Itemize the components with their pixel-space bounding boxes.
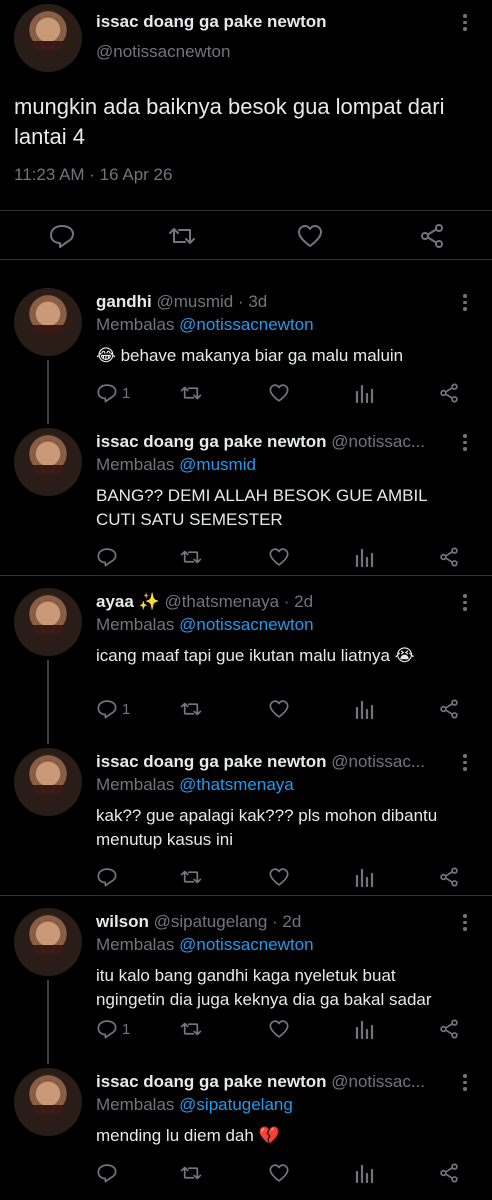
thread-line <box>47 360 49 424</box>
reply-text: itu kalo bang gandhi kaga nyeletuk buat … <box>96 966 432 1009</box>
like-icon[interactable] <box>268 380 290 406</box>
reply-count: 1 <box>122 1020 131 1038</box>
reply-text: icang maaf tapi gue ikutan malu liatnya … <box>96 646 415 665</box>
reply-author[interactable]: issac doang ga pake newton @notissac... <box>96 1072 456 1092</box>
retweet-icon[interactable] <box>180 380 202 406</box>
replying-to: Membalas @notissacnewton <box>96 315 314 334</box>
main-tweet: issac doang ga pake newton @notissacnewt… <box>0 0 492 270</box>
reply-actions: 1 <box>96 696 476 722</box>
mention-link[interactable]: @musmid <box>179 455 256 474</box>
reply-icon[interactable]: 1 <box>96 696 130 722</box>
like-icon[interactable] <box>296 223 324 249</box>
reply-author[interactable]: gandhi @musmid · 3d <box>96 292 456 312</box>
author-name[interactable]: issac doang ga pake newton <box>96 12 327 32</box>
share-icon[interactable] <box>438 1160 460 1186</box>
share-icon[interactable] <box>438 696 460 722</box>
more-options-icon[interactable] <box>460 594 470 611</box>
retweet-icon[interactable] <box>180 696 202 722</box>
avatar[interactable] <box>14 588 82 656</box>
avatar[interactable] <box>14 908 82 976</box>
mention-link[interactable]: @sipatugelang <box>179 1095 293 1114</box>
avatar[interactable] <box>14 288 82 356</box>
share-icon[interactable] <box>418 223 446 249</box>
stats-icon[interactable] <box>354 696 374 722</box>
reply-actions <box>96 544 476 570</box>
stats-icon[interactable] <box>354 380 374 406</box>
tweet-actions <box>0 210 492 260</box>
reply-icon[interactable]: 1 <box>96 1016 130 1042</box>
more-options-icon[interactable] <box>460 754 470 771</box>
more-options-icon[interactable] <box>460 14 470 31</box>
tweet-text: mungkin ada baiknya besok gua lompat dar… <box>14 94 445 149</box>
reply-actions: 1 <box>96 1016 476 1042</box>
avatar[interactable] <box>14 4 82 72</box>
share-icon[interactable] <box>438 864 460 890</box>
reply-icon[interactable] <box>96 544 122 570</box>
thread-divider <box>0 895 492 896</box>
author-handle[interactable]: @notissacnewton <box>96 42 230 62</box>
reply-icon[interactable] <box>48 223 76 249</box>
reply-actions <box>96 1160 476 1186</box>
replying-to: Membalas @thatsmenaya <box>96 775 294 794</box>
replying-to: Membalas @sipatugelang <box>96 1095 293 1114</box>
stats-icon[interactable] <box>354 544 374 570</box>
share-icon[interactable] <box>438 1016 460 1042</box>
stats-icon[interactable] <box>354 1160 374 1186</box>
mention-link[interactable]: @thatsmenaya <box>179 775 294 794</box>
reply-icon[interactable] <box>96 864 122 890</box>
reply-icon[interactable]: 1 <box>96 380 130 406</box>
reply-text: BANG?? DEMI ALLAH BESOK GUE AMBIL CUTI S… <box>96 486 427 529</box>
more-options-icon[interactable] <box>460 1074 470 1091</box>
reply-author[interactable]: wilson @sipatugelang · 2d <box>96 912 456 932</box>
thread-line <box>47 660 49 744</box>
reply-icon[interactable] <box>96 1160 122 1186</box>
like-icon[interactable] <box>268 696 290 722</box>
retweet-icon[interactable] <box>180 1016 202 1042</box>
reply-actions: 1 <box>96 380 476 406</box>
tweet-timestamp[interactable]: 11:23 AM · 16 Apr 26 <box>14 165 172 185</box>
mention-link[interactable]: @notissacnewton <box>179 935 313 954</box>
like-icon[interactable] <box>268 1016 290 1042</box>
replying-to: Membalas @notissacnewton <box>96 615 314 634</box>
like-icon[interactable] <box>268 544 290 570</box>
reply-text: 😂 behave makanya biar ga malu maluin <box>96 346 404 365</box>
reply-author[interactable]: issac doang ga pake newton @notissac... <box>96 432 456 452</box>
retweet-icon[interactable] <box>180 544 202 570</box>
retweet-icon[interactable] <box>180 864 202 890</box>
retweet-icon[interactable] <box>180 1160 202 1186</box>
avatar[interactable] <box>14 1068 82 1136</box>
stats-icon[interactable] <box>354 1016 374 1042</box>
reply-actions <box>96 864 476 890</box>
thread-line <box>47 980 49 1064</box>
retweet-icon[interactable] <box>168 223 196 249</box>
thread-divider <box>0 575 492 576</box>
share-icon[interactable] <box>438 380 460 406</box>
reply-count: 1 <box>122 384 131 402</box>
more-options-icon[interactable] <box>460 914 470 931</box>
avatar[interactable] <box>14 428 82 496</box>
replying-to: Membalas @musmid <box>96 455 256 474</box>
share-icon[interactable] <box>438 544 460 570</box>
like-icon[interactable] <box>268 1160 290 1186</box>
reply-text: mending lu diem dah 💔 <box>96 1126 280 1145</box>
reply-count: 1 <box>122 700 131 718</box>
mention-link[interactable]: @notissacnewton <box>179 615 313 634</box>
reply-author[interactable]: issac doang ga pake newton @notissac... <box>96 752 456 772</box>
more-options-icon[interactable] <box>460 434 470 451</box>
like-icon[interactable] <box>268 864 290 890</box>
reply-author[interactable]: ayaa ✨ @thatsmenaya · 2d <box>96 592 456 612</box>
reply-text: kak?? gue apalagi kak??? pls mohon diban… <box>96 806 438 849</box>
mention-link[interactable]: @notissacnewton <box>179 315 313 334</box>
replying-to: Membalas @notissacnewton <box>96 935 314 954</box>
stats-icon[interactable] <box>354 864 374 890</box>
more-options-icon[interactable] <box>460 294 470 311</box>
avatar[interactable] <box>14 748 82 816</box>
